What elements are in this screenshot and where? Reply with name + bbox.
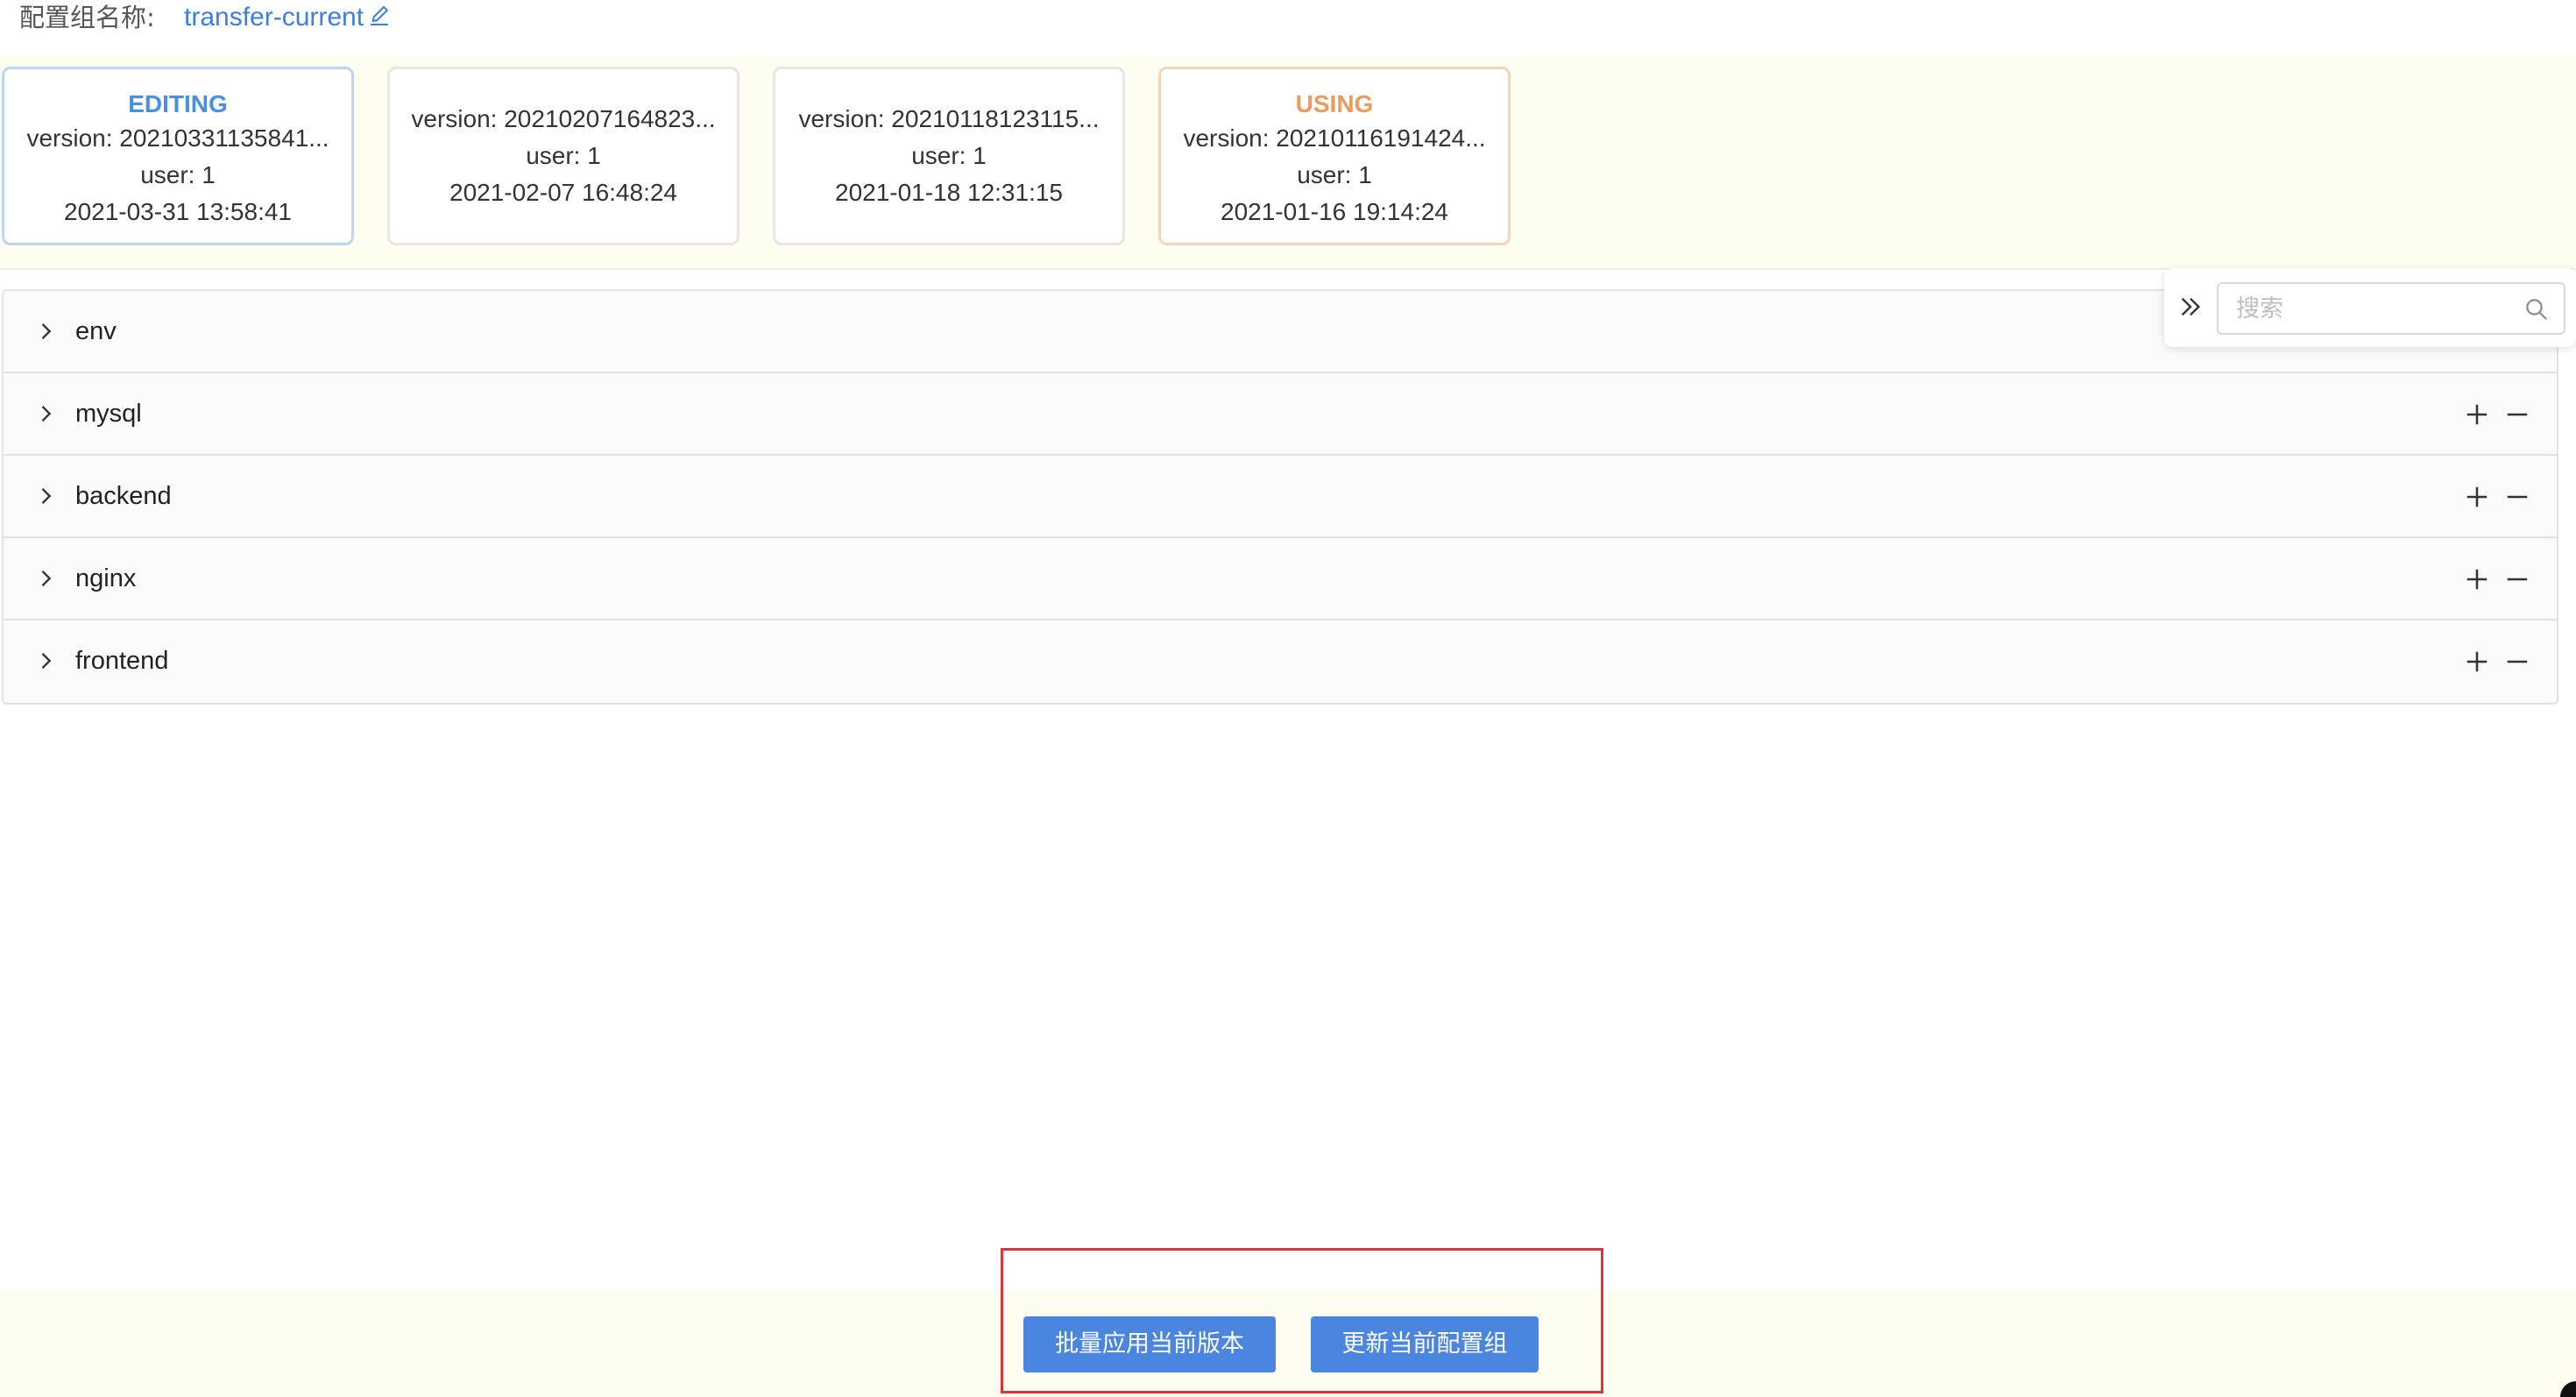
version-time: 2021-02-07 16:48:24	[449, 179, 677, 206]
version-user: user: 1	[526, 142, 601, 169]
version-id: version: 20210331135841...	[26, 124, 329, 152]
version-card[interactable]: version: 20210207164823... user: 1 2021-…	[387, 67, 740, 245]
chevron-right-icon	[41, 323, 52, 339]
minus-icon[interactable]	[2504, 484, 2530, 510]
minus-icon[interactable]	[2504, 401, 2530, 428]
plus-icon[interactable]	[2464, 401, 2490, 428]
version-user: user: 1	[1297, 161, 1372, 188]
search-icon[interactable]	[2523, 296, 2550, 323]
version-id: version: 20210207164823...	[411, 105, 716, 132]
minus-icon[interactable]	[2504, 566, 2530, 592]
version-id: version: 20210118123115...	[798, 105, 1100, 132]
header: 配置组名称: transfer-current	[0, 0, 2576, 56]
collapse-panel-mysql[interactable]: mysql	[4, 373, 2557, 456]
version-time: 2021-03-31 13:58:41	[64, 198, 292, 225]
version-card-editing[interactable]: EDITING version: 20210331135841... user:…	[2, 67, 354, 245]
collapse-panel-backend[interactable]: backend	[4, 456, 2557, 538]
plus-icon[interactable]	[2464, 484, 2490, 510]
version-status-using: USING	[1295, 90, 1374, 117]
config-group-label: 配置组名称:	[19, 3, 155, 32]
config-group-name[interactable]: transfer-current	[184, 0, 364, 35]
version-user: user: 1	[140, 161, 216, 188]
plus-icon[interactable]	[2464, 566, 2490, 592]
version-card-using[interactable]: USING version: 20210116191424... user: 1…	[1158, 67, 1511, 245]
collapse-panel-nginx[interactable]: nginx	[4, 538, 2557, 620]
config-collapse-list: env mysql backend nginx frontend	[2, 289, 2558, 705]
collapse-panel-frontend[interactable]: frontend	[4, 620, 2557, 703]
version-id: version: 20210116191424...	[1183, 124, 1486, 152]
batch-apply-button[interactable]: 批量应用当前版本	[1023, 1316, 1276, 1372]
version-user: user: 1	[911, 142, 987, 169]
panel-title: mysql	[75, 400, 142, 428]
search-input[interactable]	[2236, 291, 2516, 326]
update-group-button[interactable]: 更新当前配置组	[1311, 1316, 1539, 1372]
plus-icon[interactable]	[2464, 649, 2490, 675]
chevron-right-icon	[41, 488, 52, 504]
panel-title: backend	[75, 482, 172, 510]
minus-icon[interactable]	[2504, 649, 2530, 675]
version-time: 2021-01-16 19:14:24	[1221, 198, 1448, 225]
version-time: 2021-01-18 12:31:15	[835, 179, 1063, 206]
panel-title: nginx	[75, 564, 137, 592]
search-box	[2217, 282, 2565, 335]
version-card[interactable]: version: 20210118123115... user: 1 2021-…	[773, 67, 1125, 245]
chevron-right-icon	[41, 406, 52, 422]
panel-title: env	[75, 317, 117, 345]
version-history-strip: EDITING version: 20210331135841... user:…	[0, 56, 2576, 270]
double-chevron-right-icon[interactable]	[2176, 293, 2204, 321]
chevron-right-icon	[41, 571, 52, 586]
edit-pencil-icon[interactable]	[366, 3, 393, 29]
chevron-right-icon	[41, 653, 52, 669]
version-status-editing: EDITING	[128, 90, 228, 117]
search-panel	[2164, 268, 2576, 347]
panel-title: frontend	[75, 647, 169, 675]
